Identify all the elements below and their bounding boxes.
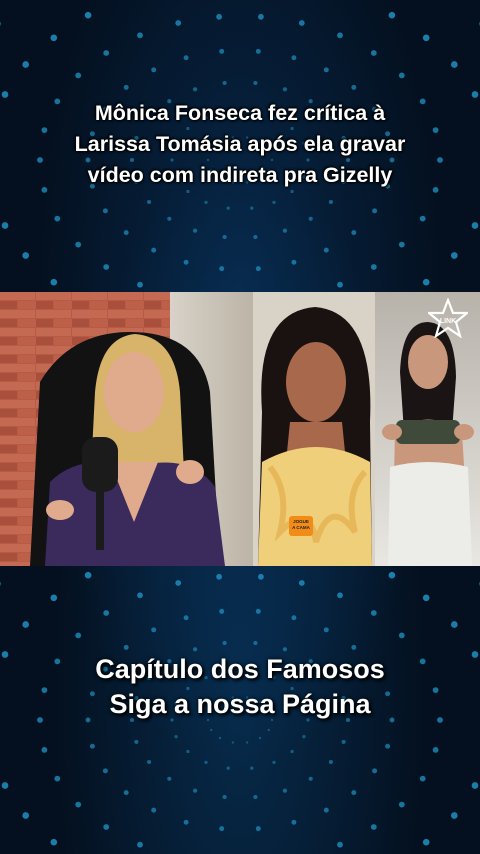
photo-left-studio (0, 292, 253, 566)
footer-text: Capítulo dos Famosos Siga a nossa Página (10, 652, 470, 722)
headline-line-3: vídeo com indireta pra Gizelly (87, 163, 393, 187)
news-photo-collage (0, 292, 480, 566)
footer-line-1: Capítulo dos Famosos (95, 654, 385, 684)
headline-line-2: Larissa Tomásia após ela gravar (74, 132, 406, 156)
headline-text: Mônica Fonseca fez crítica à Larissa Tom… (20, 98, 460, 191)
jogue-a-cama-badge: JOGUE A CAMA (289, 516, 313, 536)
headline-line-1: Mônica Fonseca fez crítica à (94, 101, 386, 125)
photo-center-portrait (253, 292, 375, 566)
footer-line-2: Siga a nossa Página (109, 689, 371, 719)
watermark-label: LINK (439, 318, 457, 325)
